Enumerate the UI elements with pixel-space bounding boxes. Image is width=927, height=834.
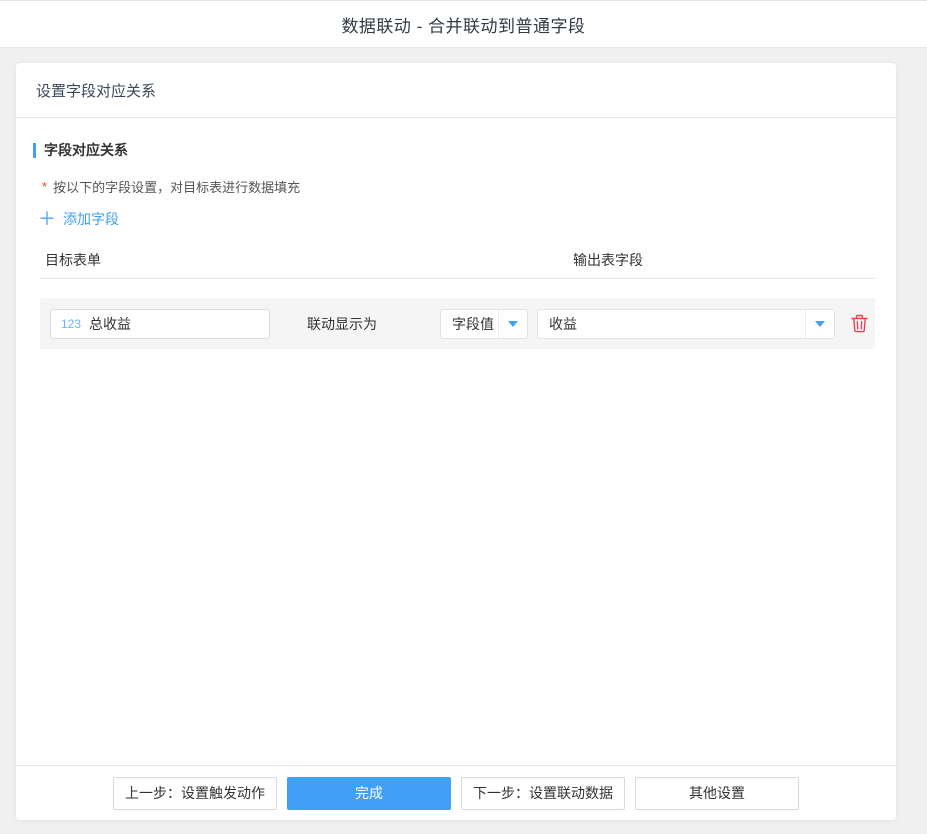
add-field-button[interactable]: ＋ 添加字段	[33, 209, 119, 229]
hint-text: 按以下的字段设置，对目标表进行数据填充	[53, 177, 300, 196]
table-row: 123 总收益 联动显示为 字段值 收益	[40, 298, 875, 349]
trash-icon	[851, 314, 868, 333]
output-field-caret-box[interactable]	[805, 310, 834, 338]
output-field-value: 收益	[538, 310, 805, 338]
chevron-down-icon	[508, 321, 518, 327]
column-header-target: 目标表单	[45, 250, 101, 270]
display-mode-dropdown[interactable]: 字段值	[440, 309, 528, 339]
page-title: 数据联动 - 合并联动到普通字段	[341, 12, 585, 37]
column-header-output: 输出表字段	[573, 250, 643, 270]
table-divider	[40, 278, 875, 279]
section-title-label: 字段对应关系	[44, 140, 128, 160]
target-field-box[interactable]: 123 总收益	[50, 309, 270, 339]
section-accent-bar	[33, 143, 36, 158]
delete-row-button[interactable]	[850, 314, 868, 334]
other-settings-button[interactable]: 其他设置	[635, 777, 799, 810]
display-mode-value: 字段值	[441, 310, 498, 338]
prev-step-button[interactable]: 上一步：设置触发动作	[113, 777, 277, 810]
relation-label: 联动显示为	[307, 314, 377, 334]
card-title: 设置字段对应关系	[36, 80, 156, 101]
required-asterisk: *	[42, 179, 47, 194]
add-field-label: 添加字段	[63, 209, 119, 229]
footer-button-bar: 上一步：设置触发动作 完成 下一步：设置联动数据 其他设置	[16, 765, 896, 820]
hint-row: * 按以下的字段设置，对目标表进行数据填充	[33, 177, 876, 196]
next-step-button[interactable]: 下一步：设置联动数据	[461, 777, 625, 810]
plus-icon: ＋	[38, 210, 56, 228]
dialog-header: 数据联动 - 合并联动到普通字段	[0, 0, 927, 48]
card-title-row: 设置字段对应关系	[16, 63, 896, 118]
settings-card: 设置字段对应关系 字段对应关系 * 按以下的字段设置，对目标表进行数据填充 ＋ …	[16, 63, 896, 820]
finish-button[interactable]: 完成	[287, 777, 451, 810]
chevron-down-icon	[815, 321, 825, 327]
target-field-value: 总收益	[89, 314, 131, 334]
number-type-badge: 123	[61, 317, 81, 331]
display-mode-caret-box[interactable]	[498, 310, 527, 338]
section-title: 字段对应关系	[33, 140, 876, 160]
output-field-dropdown[interactable]: 收益	[537, 309, 835, 339]
card-content: 字段对应关系 * 按以下的字段设置，对目标表进行数据填充 ＋ 添加字段 目标表单…	[16, 118, 896, 765]
table-header: 目标表单 输出表字段	[33, 250, 876, 269]
